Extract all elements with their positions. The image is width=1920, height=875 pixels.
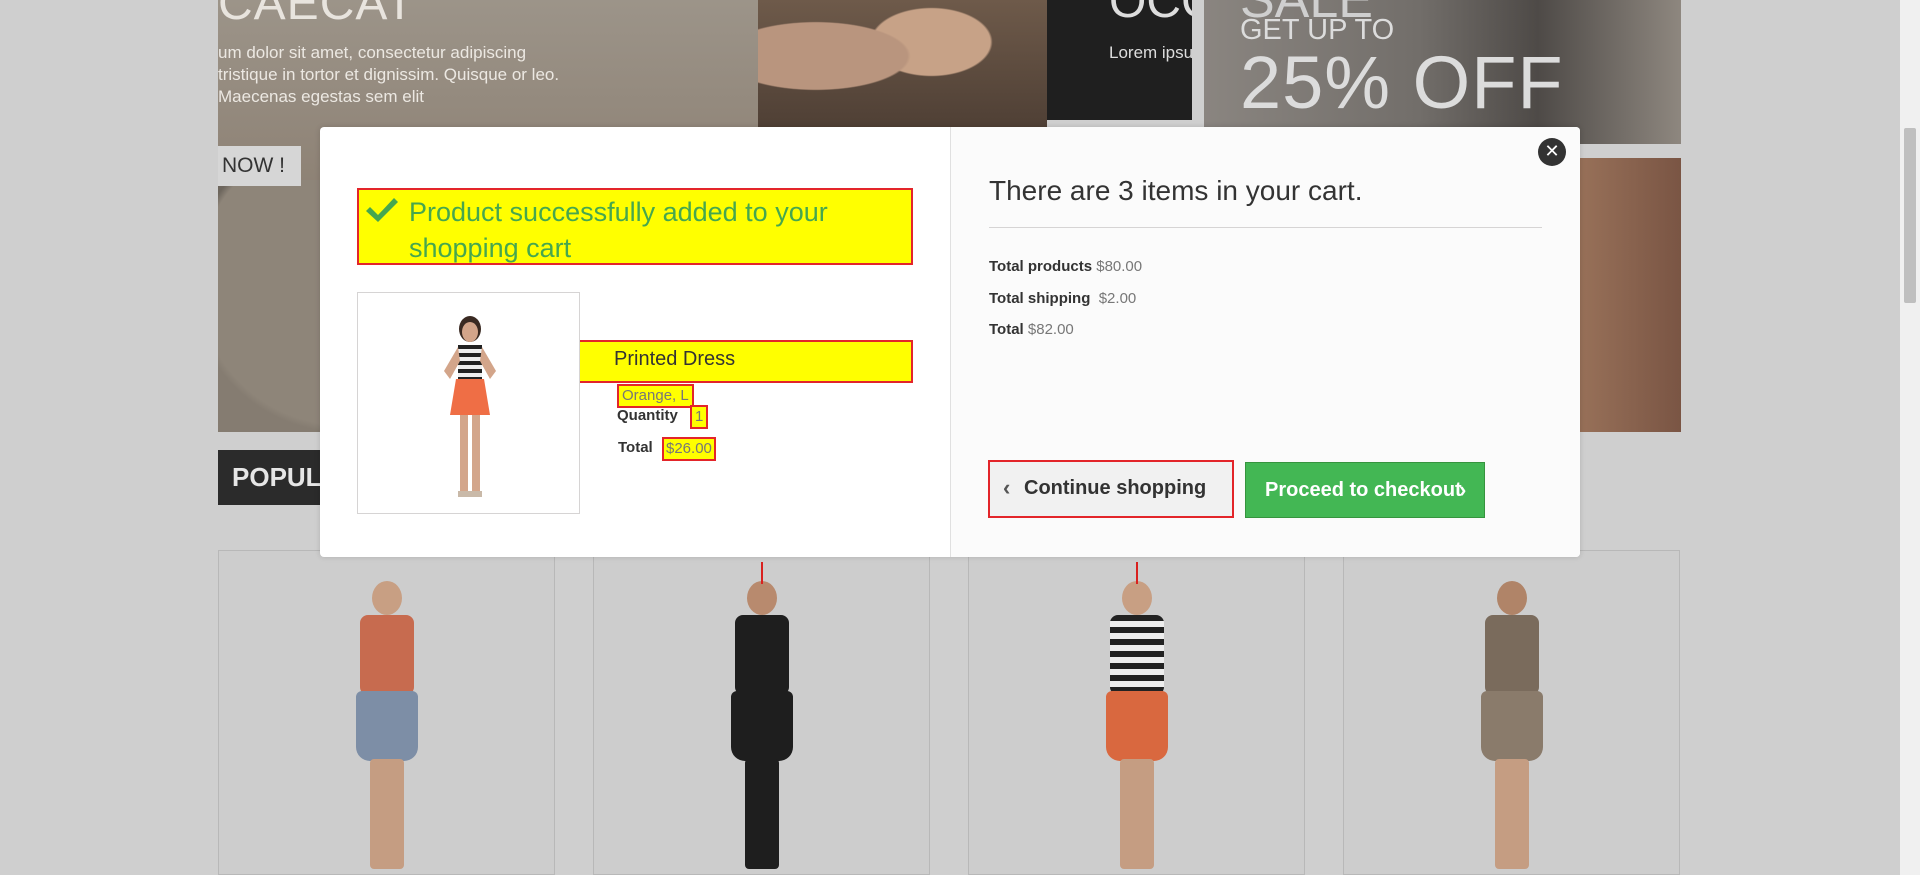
product-card[interactable] (968, 550, 1305, 875)
summary-row-total: Total $82.00 (989, 314, 1142, 346)
banner-copy: Lorem ipsu elit. Proin non tempo (1109, 43, 1192, 62)
banner-copy: um dolor sit amet, consectetur adipiscin… (218, 43, 560, 106)
shop-now-button[interactable]: NOW ! (218, 146, 301, 186)
modal-product-panel: Product successfully added to your shopp… (320, 127, 950, 557)
highlight-marker (1136, 562, 1138, 584)
proceed-to-checkout-button[interactable]: Proceed to checkout › (1245, 462, 1485, 518)
product-grid (218, 550, 1681, 875)
total-shipping-value: $2.00 (1098, 289, 1137, 307)
cart-total-value: $82.00 (1027, 321, 1074, 338)
total-products-value: $80.00 (1096, 258, 1143, 275)
continue-shopping-label: Continue shopping (1024, 477, 1207, 499)
product-attributes: Orange, L (617, 384, 694, 408)
sale-discount: 25% OFF (1240, 41, 1564, 124)
product-card[interactable] (593, 550, 930, 875)
banner-headline: OCC (1109, 0, 1192, 28)
product-total-value: $26.00 (662, 437, 716, 461)
success-text: Product successfully added to your shopp… (409, 197, 828, 263)
quantity-label: Quantity (617, 407, 678, 424)
product-image (1092, 581, 1182, 874)
cart-summary: Total products $80.00 Total shipping $2.… (989, 251, 1142, 346)
continue-shopping-button[interactable]: ‹ Continue shopping (988, 460, 1234, 518)
banner-photo (758, 0, 1047, 140)
product-card[interactable] (1343, 550, 1680, 875)
total-products-label: Total products (989, 258, 1093, 275)
product-name: Printed Dress (614, 348, 736, 370)
summary-row-shipping: Total shipping $2.00 (989, 283, 1142, 315)
product-image (342, 581, 432, 874)
product-image (717, 581, 807, 874)
highlight-marker (761, 562, 763, 584)
scrollbar-thumb[interactable] (1904, 128, 1916, 303)
summary-row-products: Total products $80.00 (989, 251, 1142, 283)
cart-heading: There are 3 items in your cart. (989, 175, 1363, 206)
page-scrollbar[interactable] (1900, 0, 1920, 875)
quantity-value: 1 (690, 405, 709, 429)
cart-total-label: Total (989, 321, 1024, 338)
chevron-right-icon: › (1459, 477, 1467, 502)
banner-headline: CAECAT (218, 0, 416, 30)
sale-banner[interactable]: SALE GET UP TO 25% OFF (1204, 0, 1681, 144)
product-thumbnail (357, 292, 580, 514)
product-photo (444, 316, 496, 497)
success-message: Product successfully added to your shopp… (357, 188, 913, 265)
product-image (1467, 581, 1557, 874)
divider (989, 227, 1542, 228)
product-total-label: Total (618, 439, 653, 456)
add-to-cart-modal: Product successfully added to your shopp… (320, 127, 1580, 557)
product-card[interactable] (218, 550, 555, 875)
proceed-to-checkout-label: Proceed to checkout (1265, 479, 1462, 501)
chevron-left-icon: ‹ (1003, 475, 1011, 500)
close-icon[interactable]: ✕ (1538, 138, 1566, 166)
promo-banner-middle[interactable]: OCC Lorem ipsu elit. Proin non tempo (1047, 0, 1192, 120)
checkmark-icon (366, 198, 398, 222)
total-shipping-label: Total shipping (989, 289, 1091, 307)
